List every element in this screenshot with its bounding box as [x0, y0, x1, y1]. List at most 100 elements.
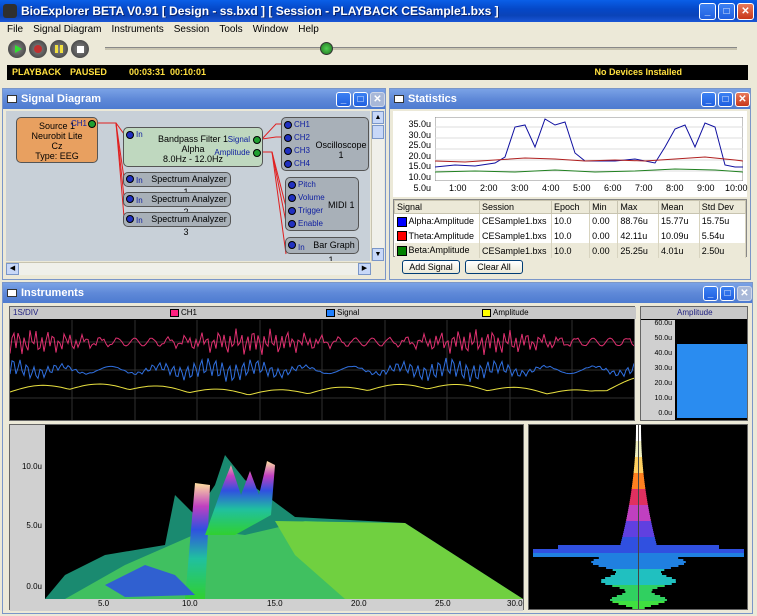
spectrum-3d-surface — [45, 455, 523, 599]
maximize-button[interactable]: □ — [720, 285, 735, 301]
spectrum-mirror-bar — [621, 541, 638, 543]
spectrum-mirror-bar — [623, 531, 638, 533]
spectrum-1-input-port[interactable] — [126, 175, 134, 183]
col-max[interactable]: Max — [617, 200, 660, 214]
scroll-right-arrow[interactable]: ▶ — [358, 263, 371, 275]
col-epoch[interactable]: Epoch — [550, 200, 591, 214]
filter-input-port[interactable] — [126, 131, 134, 139]
pause-button[interactable] — [50, 40, 68, 58]
maximize-button[interactable]: □ — [718, 2, 735, 20]
spectrum-2-input-port[interactable] — [126, 195, 134, 203]
spectrum-3-input-port[interactable] — [126, 215, 134, 223]
spectrum-mirror-bar — [635, 429, 638, 431]
source-node[interactable]: Source 1 Neurobit Lite Cz Type: EEG CH1 — [16, 117, 98, 163]
menu-signal-diagram[interactable]: Signal Diagram — [28, 24, 106, 35]
spectrum-analyzer-1-node[interactable]: In Spectrum Analyzer 1 — [123, 172, 231, 197]
stop-button[interactable] — [71, 40, 89, 58]
stats-signal: Beta:Amplitude — [394, 243, 480, 258]
stats-y-tick: 25.0u — [408, 140, 431, 151]
spectrum-mirror-bar — [624, 589, 638, 591]
scroll-down-arrow[interactable]: ▼ — [372, 248, 384, 261]
minimize-button[interactable]: _ — [703, 285, 718, 301]
close-button[interactable]: ✕ — [370, 91, 385, 107]
add-signal-button[interactable]: Add Signal — [402, 260, 460, 274]
osc-port-ch4[interactable] — [284, 160, 292, 168]
statistics-title-bar[interactable]: Statistics _ □ ✕ — [390, 89, 750, 109]
spectrum-mirror-bar — [634, 459, 638, 461]
stats-x-tick: 2:00 — [480, 183, 498, 193]
spectrum-mirror-bar — [639, 541, 656, 543]
maximize-button[interactable]: □ — [353, 91, 368, 107]
spectrum-mirror-bar — [639, 461, 643, 463]
minimize-button[interactable]: _ — [699, 2, 716, 20]
diagram-vertical-scrollbar[interactable]: ▲ ▼ — [371, 111, 384, 261]
spectrum-mirror-bar — [639, 515, 650, 517]
osc-port-ch2[interactable] — [284, 134, 292, 142]
instruments-title-bar[interactable]: Instruments _ □ ✕ — [3, 283, 752, 303]
bar-graph-input-port[interactable] — [288, 241, 296, 249]
source-port[interactable] — [88, 120, 96, 128]
midi-port-enable[interactable] — [288, 220, 296, 228]
spectrum-analyzer-2-node[interactable]: In Spectrum Analyzer 2 — [123, 192, 231, 217]
menu-file[interactable]: File — [2, 24, 28, 35]
status-state: PAUSED — [70, 67, 107, 77]
col-mean[interactable]: Mean — [658, 200, 700, 214]
playback-slider-thumb[interactable] — [320, 42, 334, 55]
record-icon — [34, 45, 42, 53]
col-signal[interactable]: Signal — [394, 200, 480, 214]
close-button[interactable]: ✕ — [737, 285, 752, 301]
clear-all-button[interactable]: Clear All — [465, 260, 523, 274]
stats-row[interactable]: Alpha:Amplitude CESample1.bxs 10.0 0.00 … — [394, 213, 747, 229]
scroll-left-arrow[interactable]: ◀ — [6, 263, 19, 275]
bar-graph-node[interactable]: In Bar Graph 1 — [285, 237, 359, 261]
spectrum-mirror-plot — [533, 425, 744, 609]
spectrum-mirror-bar — [598, 565, 638, 567]
spectrum-mirror-bar — [635, 441, 638, 443]
col-std[interactable]: Std Dev — [698, 200, 747, 214]
playback-track[interactable] — [105, 47, 737, 50]
midi-port-trigger[interactable] — [288, 207, 296, 215]
spectrum-analyzer-3-node[interactable]: In Spectrum Analyzer 3 — [123, 212, 231, 237]
minimize-button[interactable]: _ — [336, 91, 351, 107]
app-icon — [3, 4, 17, 18]
col-session[interactable]: Session — [479, 200, 552, 214]
diagram-horizontal-scrollbar[interactable]: ◀ ▶ — [6, 262, 371, 275]
diagram-canvas[interactable]: Source 1 Neurobit Lite Cz Type: EEG CH1 … — [6, 111, 370, 261]
scroll-thumb[interactable] — [372, 125, 384, 139]
maximize-button[interactable]: □ — [718, 91, 733, 107]
menu-help[interactable]: Help — [293, 24, 324, 35]
midi-node[interactable]: Pitch Volume Trigger Enable MIDI 1 — [285, 177, 359, 231]
spectrum-mirror-bar — [639, 545, 719, 547]
stats-row[interactable]: Beta:Amplitude CESample1.bxs 10.0 0.00 2… — [394, 243, 747, 258]
play-button[interactable] — [8, 40, 26, 58]
stats-row[interactable]: Theta:Amplitude CESample1.bxs 10.0 0.00 … — [394, 228, 747, 244]
oscilloscope-node[interactable]: CH1 CH2 CH3 CH4 Oscilloscope 1 — [281, 117, 369, 171]
filter-amplitude-port[interactable] — [253, 149, 261, 157]
close-button[interactable]: ✕ — [735, 91, 750, 107]
app-title-bar[interactable]: BioExplorer BETA V0.91 [ Design - ss.bxd… — [0, 0, 757, 22]
midi-port-volume[interactable] — [288, 194, 296, 202]
spectrum-mirror-bar — [639, 533, 654, 535]
record-button[interactable] — [29, 40, 47, 58]
osc-port-ch1[interactable] — [284, 121, 292, 129]
spectrum-mirror-bar — [639, 599, 667, 601]
spectrum-mirror-bar — [639, 555, 744, 557]
spectrum-mirror-bar — [623, 533, 638, 535]
menu-window[interactable]: Window — [248, 24, 294, 35]
spectrum-mirror-bar — [625, 591, 638, 593]
minimize-button[interactable]: _ — [701, 91, 716, 107]
menu-tools[interactable]: Tools — [214, 24, 247, 35]
menu-session[interactable]: Session — [169, 24, 215, 35]
filter-signal-port[interactable] — [253, 136, 261, 144]
close-button[interactable]: ✕ — [737, 2, 754, 20]
menu-instruments[interactable]: Instruments — [107, 24, 169, 35]
osc-port-ch3[interactable] — [284, 147, 292, 155]
menu-bar: File Signal Diagram Instruments Session … — [0, 22, 757, 36]
midi-port-pitch[interactable] — [288, 181, 296, 189]
scroll-up-arrow[interactable]: ▲ — [372, 111, 384, 124]
bandpass-filter-node[interactable]: In Bandpass Filter 1 Alpha 8.0Hz - 12.0H… — [123, 127, 263, 167]
col-min[interactable]: Min — [589, 200, 619, 214]
stats-session: CESample1.bxs — [479, 243, 552, 258]
spectrum-mirror-bar — [628, 509, 638, 511]
signal-diagram-title-bar[interactable]: Signal Diagram _ □ ✕ — [3, 89, 385, 109]
